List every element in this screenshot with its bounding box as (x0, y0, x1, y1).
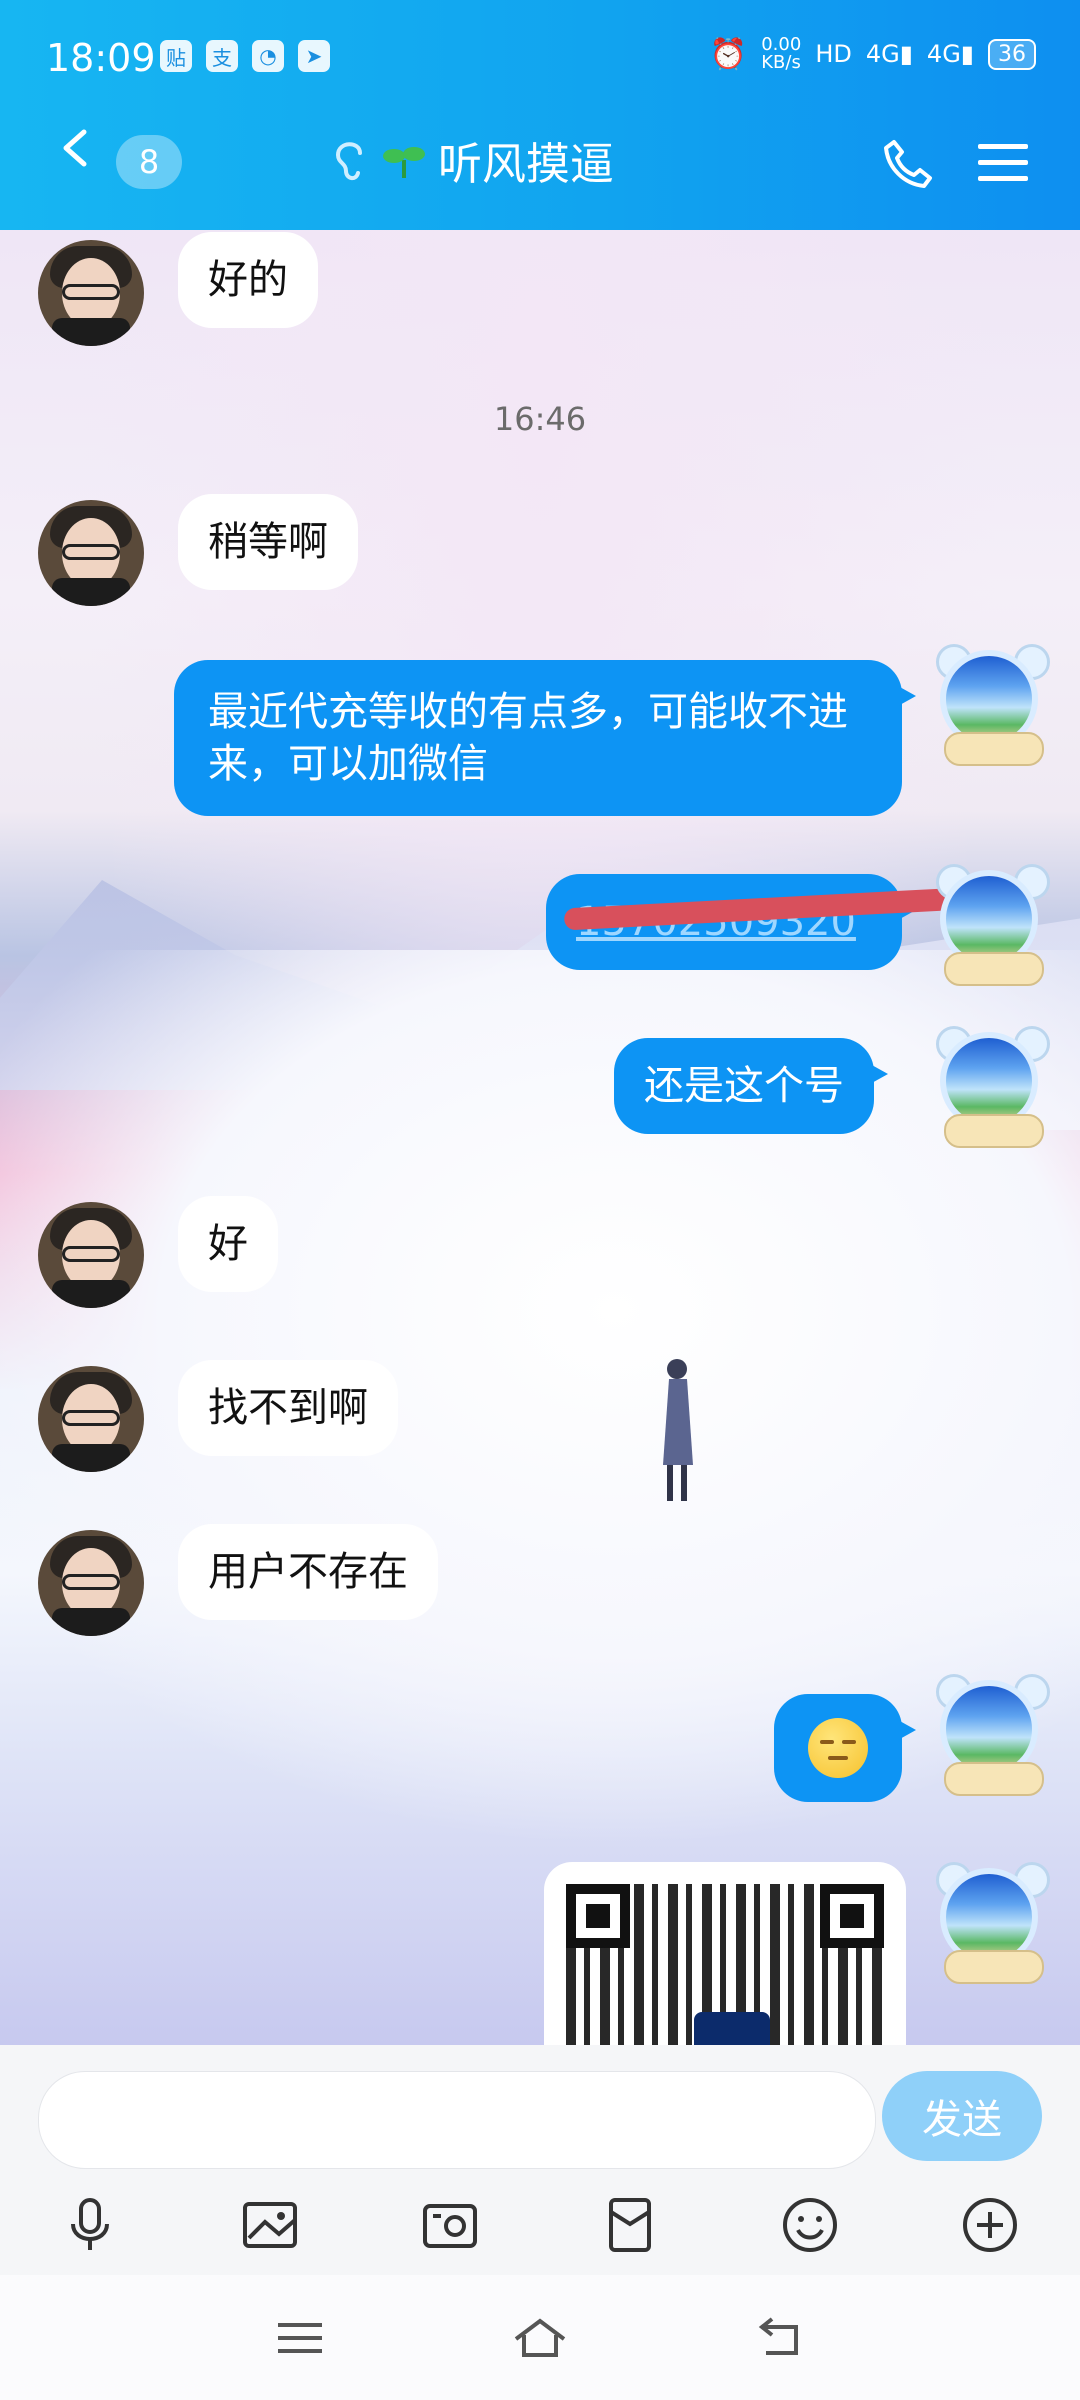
image-icon[interactable] (180, 2180, 360, 2270)
message-bubble-in[interactable]: 用户不存在 (178, 1524, 438, 1620)
chat-area[interactable]: 16:46 好的 稍等啊 最近代充等收的有点多，可能收不进来，可以加微信 157… (0, 230, 1080, 2045)
contact-avatar[interactable] (38, 1202, 144, 1308)
signal-4g-icon-2: 4G▮ (926, 40, 974, 68)
background-person-illustration (663, 1359, 693, 1501)
my-avatar[interactable] (930, 640, 1050, 766)
hd-icon: HD (815, 40, 852, 68)
signal-4g-icon: 4G▮ (865, 40, 913, 68)
status-time: 18:09 (46, 36, 156, 80)
contact-avatar[interactable] (38, 1530, 144, 1636)
emoji-icon[interactable] (720, 2180, 900, 2270)
my-avatar[interactable] (930, 1670, 1050, 1796)
contact-avatar[interactable] (38, 500, 144, 606)
chat-timestamp: 16:46 (493, 400, 587, 438)
status-app-icons: 贴 支 ◔ ➤ (160, 40, 330, 72)
send-icon: ➤ (298, 40, 330, 72)
message-bubble-out[interactable] (774, 1694, 916, 1802)
phone-call-icon[interactable] (880, 136, 936, 192)
contact-avatar[interactable] (38, 1366, 144, 1472)
camera-icon[interactable] (360, 2180, 540, 2270)
message-input[interactable] (38, 2071, 876, 2169)
home-icon[interactable] (510, 2313, 570, 2363)
red-packet-icon[interactable] (540, 2180, 720, 2270)
recents-icon[interactable] (270, 2313, 330, 2363)
system-nav-bar (0, 2275, 1080, 2400)
sticker-icon: 贴 (160, 40, 192, 72)
message-bubble-in[interactable]: 稍等啊 (178, 494, 358, 590)
my-avatar[interactable] (930, 1022, 1050, 1148)
send-button[interactable]: 发送 (882, 2071, 1042, 2161)
message-bubble-in[interactable]: 好的 (178, 232, 318, 328)
my-avatar[interactable] (930, 860, 1050, 986)
back-icon[interactable] (56, 128, 96, 168)
message-bubble-out[interactable]: 最近代充等收的有点多，可能收不进来，可以加微信 (174, 660, 916, 816)
battery-level: 36 (988, 38, 1036, 70)
toolbar (0, 2180, 1080, 2270)
ear-icon (335, 142, 362, 180)
message-bubble-out[interactable]: 还是这个号 (614, 1038, 888, 1134)
background-snowfield (0, 950, 1080, 1850)
back-nav-icon[interactable] (750, 2313, 810, 2363)
input-bar: 发送 (0, 2045, 1080, 2275)
microphone-icon[interactable] (0, 2180, 180, 2270)
contact-name: 听风摸逼 (438, 139, 614, 190)
contact-title[interactable]: 听风摸逼 (330, 130, 614, 190)
contact-avatar[interactable] (38, 240, 144, 346)
compass-icon: ◔ (252, 40, 284, 72)
net-speed: 0.00 KB/s (761, 34, 802, 73)
smirk-emoji-icon (808, 1718, 868, 1778)
status-right: ⏰ 0.00 KB/s HD 4G▮ 4G▮ 36 (710, 36, 1036, 72)
menu-icon[interactable] (976, 140, 1030, 184)
message-bubble-in[interactable]: 好 (178, 1196, 278, 1292)
my-avatar[interactable] (930, 1858, 1050, 1984)
alipay-icon: 支 (206, 40, 238, 72)
plus-icon[interactable] (900, 2180, 1080, 2270)
alarm-icon: ⏰ (709, 36, 748, 72)
unread-count-badge[interactable]: 8 (116, 135, 182, 189)
message-bubble-in[interactable]: 找不到啊 (178, 1360, 398, 1456)
qr-code-image-message[interactable] (544, 1862, 906, 2045)
sprout-icon (383, 147, 425, 178)
top-bar: 18:09 贴 支 ◔ ➤ ⏰ 0.00 KB/s HD 4G▮ 4G▮ 36 … (0, 0, 1080, 230)
